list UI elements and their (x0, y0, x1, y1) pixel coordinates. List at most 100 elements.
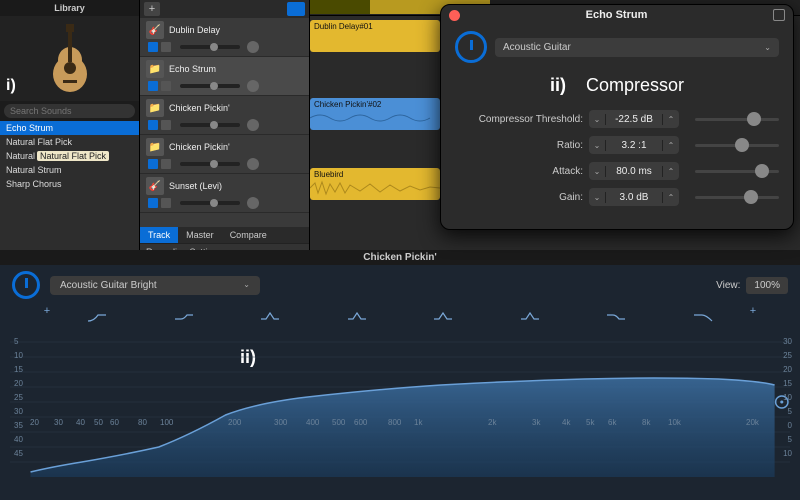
track-row[interactable]: 📁Chicken Pickin' (140, 96, 309, 135)
plugin-title: Echo Strum (460, 9, 773, 21)
expand-icon[interactable] (773, 9, 785, 21)
decrement-button[interactable]: ⌄ (589, 162, 605, 180)
add-band-right[interactable]: + (746, 305, 760, 327)
decrement-button[interactable]: ⌄ (589, 188, 605, 206)
param-attack: Attack: ⌄80.0 ms⌃ (455, 162, 779, 180)
volume-slider[interactable] (180, 162, 240, 166)
freq-tick: 80 (138, 418, 147, 427)
mute-button[interactable] (148, 120, 158, 130)
ratio-slider[interactable] (695, 144, 779, 147)
headphone-button[interactable] (161, 159, 171, 169)
freq-tick: 20 (30, 418, 39, 427)
param-gain: Gain: ⌄3.0 dB⌃ (455, 188, 779, 206)
band-handle-peak[interactable] (400, 305, 487, 327)
increment-button[interactable]: ⌃ (663, 110, 679, 128)
track-tabs: Track Master Compare (140, 227, 309, 243)
volume-slider[interactable] (180, 201, 240, 205)
pan-knob[interactable] (247, 119, 259, 131)
eq-preset-select[interactable]: Acoustic Guitar Bright⌄ (50, 276, 260, 295)
view-zoom-select[interactable]: 100% (746, 277, 788, 294)
tab-track[interactable]: Track (140, 227, 178, 243)
pan-knob[interactable] (247, 197, 259, 209)
annotation-ii: ii) (550, 75, 566, 96)
audio-region[interactable]: Bluebird (310, 168, 440, 200)
band-handle-highshelf[interactable] (573, 305, 660, 327)
threshold-stepper[interactable]: ⌄-22.5 dB⌃ (589, 110, 679, 128)
folder-icon: 📁 (146, 60, 164, 78)
increment-button[interactable]: ⌃ (663, 162, 679, 180)
mute-button[interactable] (148, 159, 158, 169)
freq-tick: 50 (94, 418, 103, 427)
band-handle-peak[interactable] (227, 305, 314, 327)
audio-region[interactable]: Chicken Pickin'#02 (310, 98, 440, 130)
freq-tick: 30 (54, 418, 63, 427)
ratio-stepper[interactable]: ⌄3.2 :1⌃ (589, 136, 679, 154)
library-item[interactable]: Sharp Chorus (0, 177, 139, 191)
power-button[interactable] (455, 31, 487, 63)
increment-button[interactable]: ⌃ (663, 188, 679, 206)
band-handle-highcut[interactable] (660, 305, 747, 327)
pan-knob[interactable] (247, 41, 259, 53)
param-threshold: Compressor Threshold: ⌄-22.5 dB⌃ (455, 110, 779, 128)
freq-tick: 5k (586, 418, 594, 427)
instrument-thumbnail[interactable]: i) (0, 16, 139, 101)
view-label: View: (716, 280, 740, 291)
freq-tick: 2k (488, 418, 496, 427)
mute-button[interactable] (148, 42, 158, 52)
freq-tick: 3k (532, 418, 540, 427)
mute-button[interactable] (148, 81, 158, 91)
gain-slider[interactable] (695, 196, 779, 199)
track-row[interactable]: 🎸Dublin Delay (140, 18, 309, 57)
plugin-window: Echo Strum Acoustic Guitar⌄ ii) Compresso… (440, 4, 794, 230)
headphone-button[interactable] (161, 81, 171, 91)
search-input[interactable] (4, 104, 135, 118)
library-item[interactable]: Echo Strum (0, 121, 139, 135)
library-item[interactable]: Natural Strum (0, 163, 139, 177)
volume-slider[interactable] (180, 123, 240, 127)
freq-tick: 400 (306, 418, 319, 427)
library-item[interactable]: NaturalNatural Flat Pick (0, 149, 139, 163)
band-handle-lowshelf[interactable] (141, 305, 228, 327)
volume-slider[interactable] (180, 45, 240, 49)
add-band-left[interactable]: + (40, 305, 54, 327)
pan-knob[interactable] (247, 80, 259, 92)
decrement-button[interactable]: ⌄ (589, 110, 605, 128)
track-filter-button[interactable] (287, 2, 305, 16)
library-item[interactable]: Natural Flat Pick (0, 135, 139, 149)
attack-stepper[interactable]: ⌄80.0 ms⌃ (589, 162, 679, 180)
preset-select[interactable]: Acoustic Guitar⌄ (495, 38, 779, 57)
freq-tick: 40 (76, 418, 85, 427)
band-handle-peak[interactable] (314, 305, 401, 327)
library-panel: Library i) Echo Strum Natural Flat Pick … (0, 0, 140, 260)
eq-panel: Chicken Pickin' Acoustic Guitar Bright⌄ … (0, 250, 800, 500)
band-handle-peak[interactable] (487, 305, 574, 327)
freq-tick: 8k (642, 418, 650, 427)
mute-button[interactable] (148, 198, 158, 208)
add-track-button[interactable]: + (144, 2, 160, 16)
param-ratio: Ratio: ⌄3.2 :1⌃ (455, 136, 779, 154)
track-row[interactable]: 🎸Sunset (Levi) (140, 174, 309, 213)
freq-tick: 4k (562, 418, 570, 427)
tab-compare[interactable]: Compare (222, 227, 275, 243)
headphone-button[interactable] (161, 120, 171, 130)
eq-graph[interactable]: ii) 5 10 15 20 25 30 35 40 45 30 25 20 1… (10, 327, 790, 477)
eq-power-button[interactable] (12, 271, 40, 299)
decrement-button[interactable]: ⌄ (589, 136, 605, 154)
headphone-button[interactable] (161, 42, 171, 52)
track-row[interactable]: 📁Chicken Pickin' (140, 135, 309, 174)
headphone-button[interactable] (161, 198, 171, 208)
track-row[interactable]: 📁Echo Strum (140, 57, 309, 96)
audio-region[interactable]: Dublin Delay#01 (310, 20, 440, 52)
tab-master[interactable]: Master (178, 227, 222, 243)
freq-tick: 300 (274, 418, 287, 427)
attack-slider[interactable] (695, 170, 779, 173)
gain-stepper[interactable]: ⌄3.0 dB⌃ (589, 188, 679, 206)
threshold-slider[interactable] (695, 118, 779, 121)
track-list: + 🎸Dublin Delay 📁Echo Strum 📁Chicken Pic… (140, 0, 310, 260)
band-handle-lowcut[interactable] (54, 305, 141, 327)
eq-track-title: Chicken Pickin' (0, 250, 800, 265)
volume-slider[interactable] (180, 84, 240, 88)
close-button[interactable] (449, 10, 460, 21)
pan-knob[interactable] (247, 158, 259, 170)
increment-button[interactable]: ⌃ (663, 136, 679, 154)
